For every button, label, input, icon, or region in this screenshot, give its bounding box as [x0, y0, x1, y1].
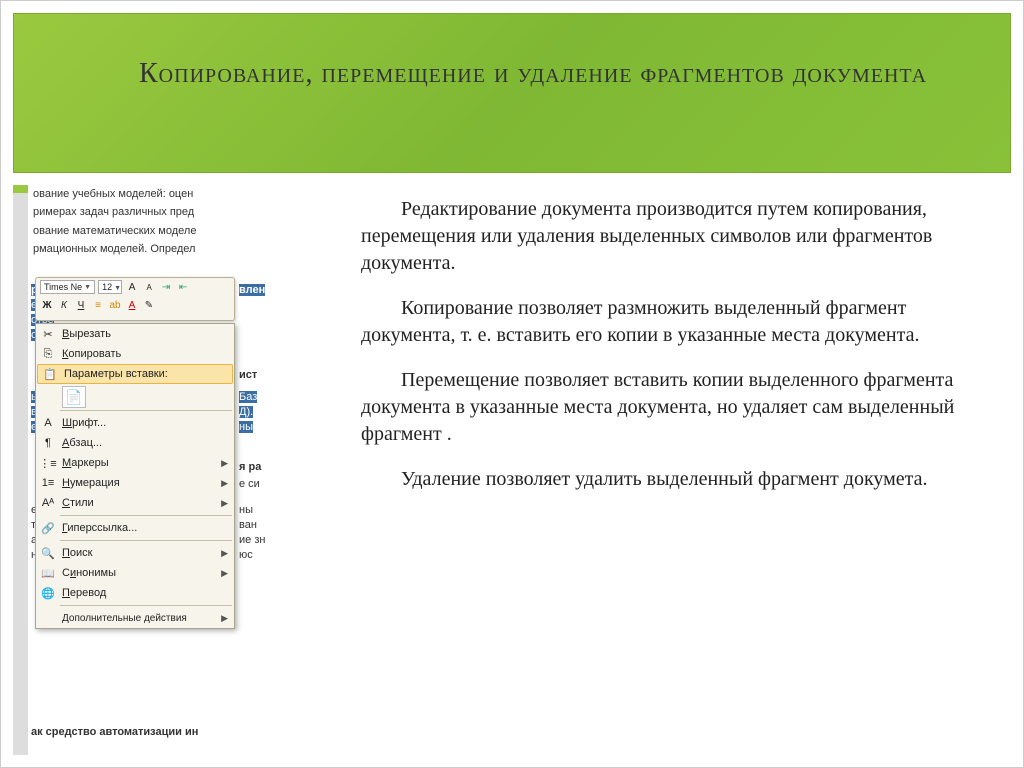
menu-label: Нумерация — [58, 477, 221, 489]
paragraph: Перемещение позволяет вставить копии выд… — [361, 367, 993, 448]
submenu-arrow-icon: ▶ — [221, 478, 228, 489]
grow-font-icon[interactable]: A — [125, 280, 139, 294]
indent-icon[interactable]: ⇥ — [159, 280, 173, 294]
menu-item[interactable]: ¶Абзац... — [36, 433, 234, 453]
header-band: Копирование, перемещение и удаление фраг… — [13, 13, 1011, 173]
menu-item[interactable]: Дополнительные действия▶ — [36, 608, 234, 628]
left-strip — [13, 185, 28, 755]
menu-item[interactable]: 🌐Перевод — [36, 583, 234, 603]
paragraph: Редактирование документа производится пу… — [361, 196, 993, 277]
menu-item[interactable]: ✂Вырезать — [36, 324, 234, 344]
bg-text: ак средство автоматизации ин — [31, 726, 198, 738]
menu-item[interactable]: 🔗Гиперссылка... — [36, 518, 234, 538]
paragraph: Удаление позволяет удалить выделенный фр… — [361, 466, 993, 493]
doc-line: ование учебных моделей: оцен — [29, 185, 337, 203]
menu-label: Параметры вставки: — [60, 368, 226, 380]
menu-label: Шрифт... — [58, 417, 228, 429]
menu-label: Копировать — [58, 348, 228, 360]
numbers-icon: 1≡ — [38, 477, 58, 489]
align-icon[interactable]: ≡ — [91, 298, 105, 312]
hl-text: Д). — [239, 406, 253, 418]
menu-label: Синонимы — [58, 567, 221, 579]
paste-icon: 📋 — [40, 368, 60, 381]
copy-icon: ⎘ — [38, 348, 58, 361]
syn-icon: 📖 — [38, 567, 58, 580]
styles-icon: Aᴬ — [38, 497, 58, 509]
bg-text: я ра — [239, 461, 261, 473]
menu-label: Стили — [58, 497, 221, 509]
font-color-icon[interactable]: A — [125, 298, 139, 312]
trans-icon: 🌐 — [38, 587, 58, 600]
context-menu[interactable]: ✂Вырезать⎘Копировать📋Параметры вставки:📄… — [35, 323, 235, 629]
word-screenshot: ование учебных моделей: оцен римерах зад… — [29, 185, 337, 745]
bg-text: е си — [239, 478, 260, 490]
menu-label: Абзац... — [58, 437, 228, 449]
menu-label: Дополнительные действия — [58, 613, 221, 624]
font-selector[interactable]: Times Ne▼ — [40, 280, 95, 294]
doc-line: ование математических моделе — [29, 222, 337, 240]
bold-button[interactable]: Ж — [40, 298, 54, 312]
menu-item[interactable]: ⋮≡Маркеры▶ — [36, 453, 234, 473]
bg-text: ие зн — [239, 534, 265, 546]
submenu-arrow-icon: ▶ — [221, 613, 228, 624]
search-icon: 🔍 — [38, 547, 58, 560]
menu-label: Маркеры — [58, 457, 221, 469]
submenu-arrow-icon: ▶ — [221, 498, 228, 509]
size-selector[interactable]: 12▼ — [98, 280, 122, 294]
submenu-arrow-icon: ▶ — [221, 548, 228, 559]
menu-item[interactable]: AᴬСтили▶ — [36, 493, 234, 513]
italic-button[interactable]: К — [57, 298, 71, 312]
content-text: Редактирование документа производится пу… — [361, 196, 993, 511]
underline-button[interactable]: Ч — [74, 298, 88, 312]
font-icon: A — [38, 417, 58, 429]
menu-separator — [60, 605, 232, 606]
doc-line: рмационных моделей. Определ — [29, 240, 337, 258]
hl-text: Баз — [239, 391, 257, 403]
slide-title: Копирование, перемещение и удаление фраг… — [139, 54, 980, 93]
highlight-icon[interactable]: ab — [108, 298, 122, 312]
submenu-arrow-icon: ▶ — [221, 568, 228, 579]
bg-text: юс — [239, 549, 253, 561]
paragraph: Копирование позволяет размножить выделен… — [361, 295, 993, 349]
menu-item[interactable]: AШрифт... — [36, 413, 234, 433]
menu-separator — [60, 410, 232, 411]
hl-text: ны — [239, 421, 253, 433]
menu-label: Вырезать — [58, 328, 228, 340]
menu-item[interactable]: 📖Синонимы▶ — [36, 563, 234, 583]
menu-separator — [60, 515, 232, 516]
bg-text: ист — [239, 369, 257, 381]
menu-separator — [60, 540, 232, 541]
submenu-arrow-icon: ▶ — [221, 458, 228, 469]
hl-text: влен — [239, 284, 265, 296]
menu-item[interactable]: ⎘Копировать — [36, 344, 234, 364]
menu-label: Поиск — [58, 547, 221, 559]
bg-text: ван — [239, 519, 257, 531]
para-icon: ¶ — [38, 437, 58, 449]
menu-item[interactable]: 🔍Поиск▶ — [36, 543, 234, 563]
paste-option-icon[interactable]: 📄 — [62, 386, 86, 408]
outdent-icon[interactable]: ⇤ — [176, 280, 190, 294]
link-icon: 🔗 — [38, 522, 58, 535]
shrink-font-icon[interactable]: A — [142, 280, 156, 294]
menu-label: Гиперссылка... — [58, 522, 228, 534]
mini-toolbar[interactable]: Times Ne▼ 12▼ A A ⇥ ⇤ Ж К Ч ≡ ab A ✎ — [35, 277, 235, 321]
menu-item[interactable]: 1≡Нумерация▶ — [36, 473, 234, 493]
bg-text: ны — [239, 504, 253, 516]
doc-line: римерах задач различных пред — [29, 203, 337, 221]
menu-label: Перевод — [58, 587, 228, 599]
menu-item[interactable]: 📋Параметры вставки: — [37, 364, 233, 384]
bullets-icon: ⋮≡ — [38, 457, 58, 470]
format-painter-icon[interactable]: ✎ — [142, 298, 156, 312]
cut-icon: ✂ — [38, 328, 58, 341]
